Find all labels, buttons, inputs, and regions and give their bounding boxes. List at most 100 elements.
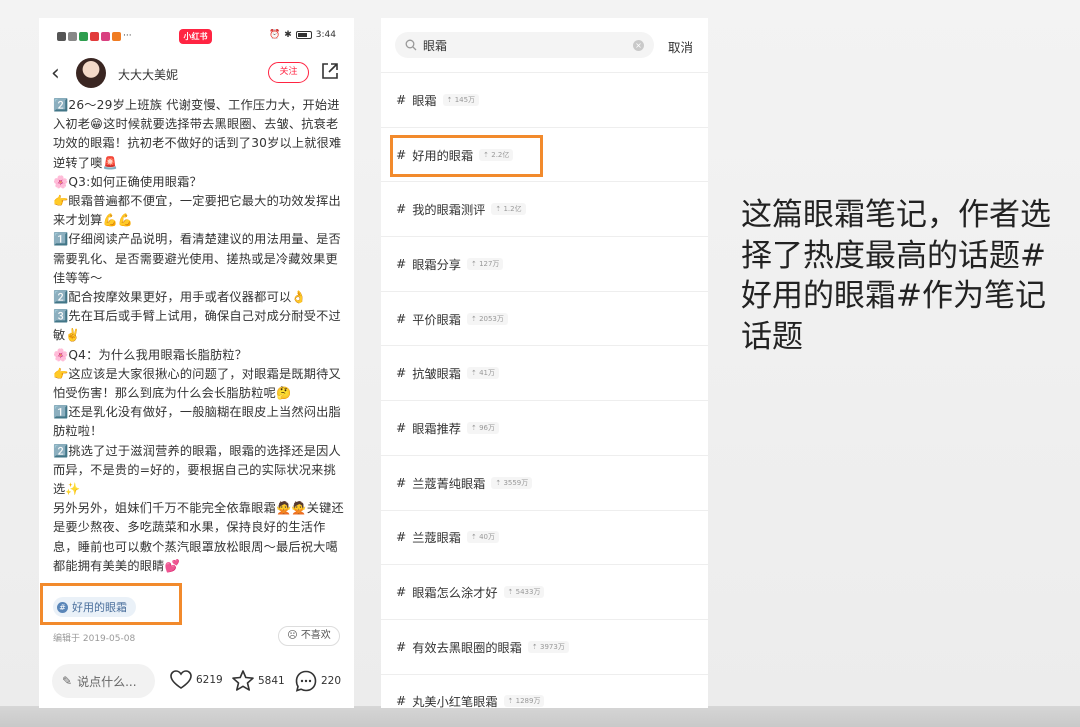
avatar[interactable] xyxy=(76,58,106,88)
cancel-button[interactable]: 取消 xyxy=(668,37,693,56)
hashtag-icon: # xyxy=(396,694,407,708)
star-icon xyxy=(232,670,254,691)
topic-item[interactable]: # 平价眼霜 ⇡ 2053万 xyxy=(381,290,708,346)
like-count: 6219 xyxy=(196,674,223,686)
share-icon[interactable] xyxy=(320,61,340,81)
topic-count: ⇡ 2053万 xyxy=(466,312,508,325)
collect-button[interactable]: 5841 xyxy=(232,670,285,691)
topic-name: 抗皱眼霜 xyxy=(412,367,461,382)
follow-button[interactable]: 关注 xyxy=(268,62,309,83)
note-nav-bar: ‹ 大大大美妮 关注 xyxy=(39,56,354,96)
hashtag-icon: # xyxy=(396,530,407,545)
hashtag-icon: # xyxy=(396,311,407,326)
topic-name: 平价眼霜 xyxy=(412,312,461,327)
topic-count: ⇡ 41万 xyxy=(466,367,499,380)
topic-item[interactable]: # 我的眼霜测评 ⇡ 1.2亿 xyxy=(381,181,708,236)
app-icon xyxy=(101,31,110,41)
topic-search-screen: 眼霜 × 取消 # 眼霜 ⇡ 145万 # 好用的眼霜 ⇡ 2.2亿 # 我的眼… xyxy=(381,18,708,708)
hashtag-icon: # xyxy=(396,256,407,271)
topic-name: 好用的眼霜 xyxy=(412,148,474,163)
alarm-icon: ⏰ xyxy=(269,30,281,40)
topic-item[interactable]: # 好用的眼霜 ⇡ 2.2亿 xyxy=(381,126,708,182)
heart-icon xyxy=(170,670,192,689)
topic-item[interactable]: # 兰蔻眼霜 ⇡ 40万 xyxy=(381,509,708,565)
search-input[interactable]: 眼霜 × xyxy=(395,32,654,58)
topic-count: ⇡ 3559万 xyxy=(491,476,533,489)
topic-count: ⇡ 5433万 xyxy=(503,586,545,599)
topic-tag-label: 好用的眼霜 xyxy=(72,601,127,614)
battery-icon xyxy=(295,31,312,39)
note-detail-screen: ··· 小红书 ⏰ ✱ 3:44 ‹ 大大大美妮 关注 2️⃣26～29岁上班族… xyxy=(39,18,354,708)
topic-item[interactable]: # 眼霜 ⇡ 145万 xyxy=(381,72,708,127)
topic-count: ⇡ 96万 xyxy=(466,421,499,434)
topic-count: ⇡ 145万 xyxy=(442,93,480,106)
app-icon xyxy=(112,31,121,41)
comment-bubble-icon xyxy=(295,670,317,692)
topic-name: 兰蔻菁纯眼霜 xyxy=(412,476,486,491)
topic-item[interactable]: # 眼霜推荐 ⇡ 96万 xyxy=(381,400,708,455)
dislike-label: 不喜欢 xyxy=(300,630,331,641)
topic-tag-chip[interactable]: # 好用的眼霜 xyxy=(53,597,136,617)
comment-placeholder: 说点什么... xyxy=(77,674,137,689)
topic-count: ⇡ 2.2亿 xyxy=(479,148,514,161)
hashtag-icon: # xyxy=(396,92,407,107)
hashtag-icon: # xyxy=(396,147,407,162)
hashtag-icon: # xyxy=(396,420,407,435)
topic-name: 兰蔻眼霜 xyxy=(412,531,461,546)
bluetooth-icon: ✱ xyxy=(284,30,292,40)
author-name[interactable]: 大大大美妮 xyxy=(118,66,178,83)
topic-count: ⇡ 127万 xyxy=(466,257,504,270)
topic-item[interactable]: # 眼霜怎么涂才好 ⇡ 5433万 xyxy=(381,564,708,619)
search-value: 眼霜 xyxy=(423,38,448,53)
topic-item[interactable]: # 有效去黑眼圈的眼霜 ⇡ 3973万 xyxy=(381,618,708,674)
collect-count: 5841 xyxy=(258,674,285,687)
more-status-dots: ··· xyxy=(123,31,132,41)
topic-item[interactable]: # 抗皱眼霜 ⇡ 41万 xyxy=(381,345,708,400)
bottom-shadow-band xyxy=(0,706,1080,727)
topic-item[interactable]: # 眼霜分享 ⇡ 127万 xyxy=(381,236,708,291)
pencil-icon: ✎ xyxy=(62,674,73,688)
topic-name: 有效去黑眼圈的眼霜 xyxy=(412,640,522,655)
hashtag-icon: # xyxy=(396,639,407,654)
status-icons-right: ⏰ ✱ 3:44 xyxy=(269,30,336,40)
hashtag-icon: # xyxy=(57,601,68,613)
wifi-icon xyxy=(68,31,77,41)
topic-list: # 眼霜 ⇡ 145万 # 好用的眼霜 ⇡ 2.2亿 # 我的眼霜测评 ⇡ 1.… xyxy=(381,72,708,708)
note-action-bar: ✎ 说点什么... 6219 5841 220 xyxy=(39,658,354,708)
topic-name: 我的眼霜测评 xyxy=(412,203,486,218)
topic-name: 眼霜怎么涂才好 xyxy=(412,586,498,601)
clock-time: 3:44 xyxy=(315,30,336,40)
topic-name: 丸美小红笔眼霜 xyxy=(412,695,498,708)
status-icons-left: ··· xyxy=(57,31,132,41)
app-logo: 小红书 xyxy=(179,29,212,44)
note-body-text: 2️⃣26～29岁上班族 代谢变慢、工作压力大，开始进入初老😁这时候就要选择带去… xyxy=(53,98,344,573)
app-icon xyxy=(79,31,88,41)
comment-input[interactable]: ✎ 说点什么... xyxy=(52,664,155,698)
hashtag-icon: # xyxy=(396,366,407,381)
topic-count: ⇡ 3973万 xyxy=(527,640,569,653)
hashtag-icon: # xyxy=(396,475,407,490)
hashtag-icon: # xyxy=(396,585,407,600)
topic-item[interactable]: # 丸美小红笔眼霜 ⇡ 1289万 xyxy=(381,673,708,708)
topic-name: 眼霜 xyxy=(412,93,437,108)
edit-date: 编辑于 2019-05-08 xyxy=(53,634,136,644)
app-icon xyxy=(90,31,99,41)
signal-icon xyxy=(57,31,66,41)
topic-name: 眼霜分享 xyxy=(412,257,461,272)
topic-count: ⇡ 1.2亿 xyxy=(491,203,526,216)
topic-count: ⇡ 40万 xyxy=(466,531,499,544)
topic-item[interactable]: # 兰蔻菁纯眼霜 ⇡ 3559万 xyxy=(381,454,708,510)
comment-button[interactable]: 220 xyxy=(295,670,341,692)
comment-count: 220 xyxy=(321,675,342,687)
status-bar: ··· 小红书 ⏰ ✱ 3:44 xyxy=(39,18,354,56)
dislike-button[interactable]: ☹ 不喜欢 xyxy=(278,626,340,646)
search-icon xyxy=(405,39,417,51)
topic-count: ⇡ 1289万 xyxy=(503,695,545,708)
caption-text: 这篇眼霜笔记，作者选择了热度最高的话题#好用的眼霜#作为笔记话题 xyxy=(741,197,1051,355)
like-button[interactable]: 6219 xyxy=(170,670,223,690)
clear-icon[interactable]: × xyxy=(633,40,644,51)
back-chevron-icon[interactable]: ‹ xyxy=(51,62,60,86)
hashtag-icon: # xyxy=(396,202,407,217)
topic-name: 眼霜推荐 xyxy=(412,421,461,436)
sad-face-icon: ☹ xyxy=(287,630,298,641)
